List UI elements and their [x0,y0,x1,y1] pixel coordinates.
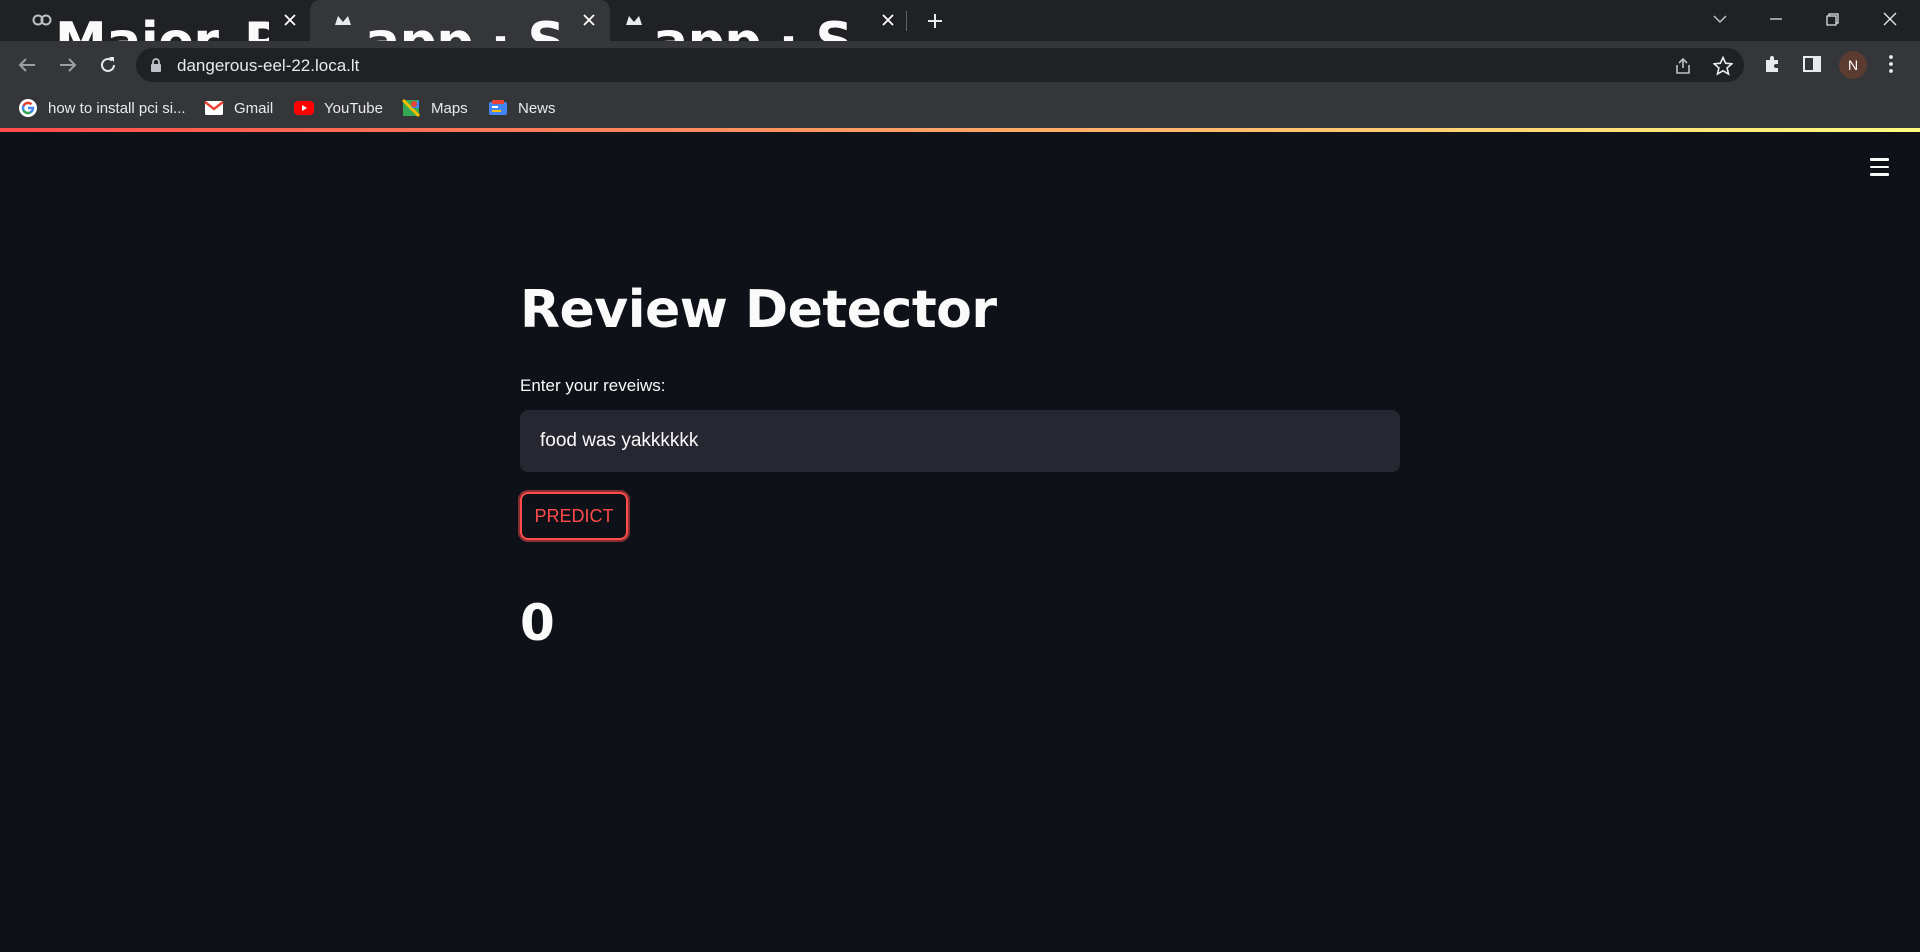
news-icon [488,98,508,118]
tab-colab[interactable]: Major_Project.ipynb - Colaboratory [8,0,308,72]
bookmark-label: how to install pci si... [48,99,186,117]
bookmark-label: Maps [431,99,468,117]
hamburger-menu-icon[interactable] [1866,154,1892,180]
browser-toolbar: dangerous-eel-22.loca.lt N [0,41,1920,87]
bookmark-star-icon[interactable] [1712,55,1734,77]
url-text[interactable]: dangerous-eel-22.loca.lt [177,56,359,76]
share-icon[interactable] [1672,55,1694,77]
bookmark-maps[interactable]: Maps [401,96,468,120]
bookmark-youtube[interactable]: YouTube [294,96,383,120]
lock-icon[interactable] [150,58,162,77]
predict-button[interactable]: PREDICT [520,492,628,540]
google-icon [18,98,38,118]
address-bar[interactable]: dangerous-eel-22.loca.lt [136,48,1744,82]
gmail-icon [204,98,224,118]
tab-streamlit-active[interactable]: app · Streamlit [310,0,610,72]
new-tab-button[interactable] [907,2,963,40]
review-input[interactable] [520,410,1400,472]
bookmark-label: News [518,99,556,117]
menu-kebab-icon[interactable] [1877,50,1905,78]
review-input-label: Enter your reveiws: [520,376,666,395]
colab-icon [32,13,52,27]
back-button[interactable] [12,50,42,80]
prediction-result: 0 [520,594,555,652]
bookmark-google-search[interactable]: how to install pci si... [18,96,186,120]
bookmark-label: Gmail [234,99,274,117]
extensions-icon[interactable] [1758,50,1786,78]
close-icon[interactable] [282,12,298,28]
maps-icon [401,98,421,118]
side-panel-icon[interactable] [1798,50,1826,78]
close-icon[interactable] [880,12,896,28]
tab-strip: Major_Project.ipynb - Colaboratory app ·… [0,0,1920,72]
close-window-button[interactable] [1862,0,1918,38]
page-title: Review Detector [520,280,997,340]
bookmark-news[interactable]: News [488,96,556,120]
bookmark-label: YouTube [324,99,383,117]
tab-streamlit[interactable]: app · Streamlit [610,0,905,72]
close-icon[interactable] [581,12,597,28]
reload-button[interactable] [93,50,123,80]
streamlit-icon [334,13,352,27]
streamlit-icon [625,13,643,27]
tab-search-button[interactable] [1692,0,1748,38]
youtube-icon [294,98,314,118]
forward-button[interactable] [53,50,83,80]
bookmark-gmail[interactable]: Gmail [204,96,273,120]
profile-avatar[interactable]: N [1839,51,1867,79]
app-main: Review Detector Enter your reveiws: PRED… [0,132,1920,952]
bookmarks-bar: how to install pci si... Gmail YouTube M… [0,87,1920,129]
minimize-button[interactable] [1748,0,1804,38]
restore-button[interactable] [1804,0,1860,38]
